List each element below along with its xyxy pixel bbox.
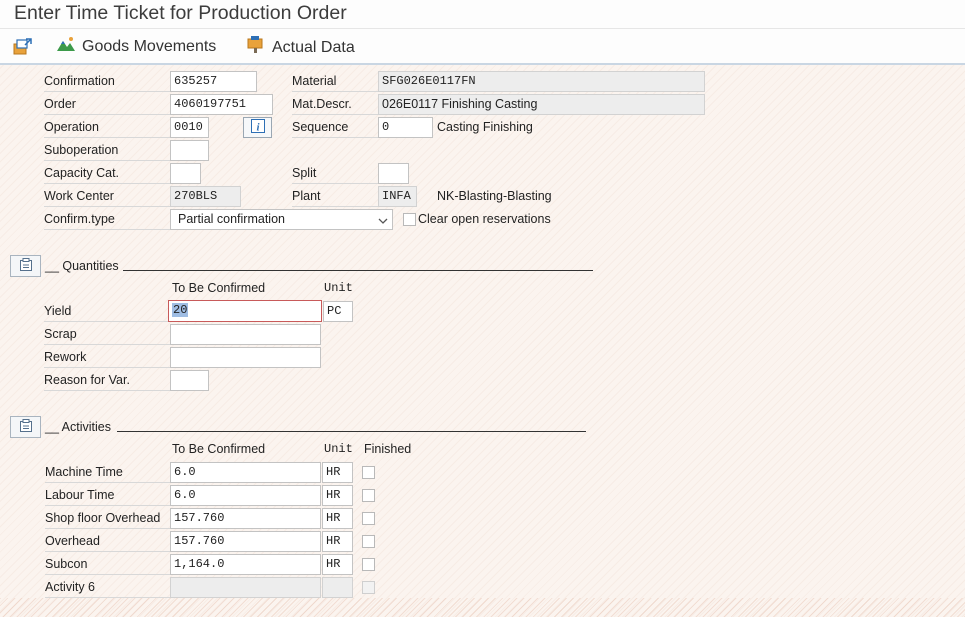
goods-movements-label: Goods Movements <box>82 37 217 55</box>
confirmation-label: Confirmation <box>44 71 170 92</box>
rework-field[interactable] <box>170 347 321 368</box>
suboperation-label: Suboperation <box>44 140 170 161</box>
activity-label-shop-floor-overhead: Shop floor Overhead <box>45 508 170 529</box>
work-center-field: 270BLS <box>170 186 241 207</box>
activity-finished-checkbox-subcon[interactable] <box>362 558 375 571</box>
activity-finished-checkbox-machine-time[interactable] <box>362 466 375 479</box>
yield-field[interactable]: 20 <box>168 300 322 322</box>
clear-reservations-label: Clear open reservations <box>418 212 551 226</box>
activity-value-overhead[interactable]: 157.760 <box>170 531 321 552</box>
activities-col-to-be-confirmed: To Be Confirmed <box>172 442 266 456</box>
activity-value-labour-time[interactable]: 6.0 <box>170 485 321 506</box>
activities-col-finished: Finished <box>364 442 412 456</box>
suboperation-field[interactable] <box>170 140 209 161</box>
bottom-scroll-area <box>0 598 965 617</box>
activities-col-unit: Unit <box>324 442 353 456</box>
operation-label: Operation <box>44 117 170 138</box>
activity-value-machine-time[interactable]: 6.0 <box>170 462 321 483</box>
quantities-section-rule <box>123 270 593 271</box>
info-icon: i <box>250 119 265 136</box>
rework-label: Rework <box>44 347 170 368</box>
activity-label-overhead: Overhead <box>45 531 170 552</box>
actual-data-icon <box>246 36 266 59</box>
yield-value: 20 <box>172 303 189 317</box>
reason-for-var-field[interactable] <box>170 370 209 391</box>
sequence-field[interactable]: 0 <box>378 117 433 138</box>
confirm-type-value: Partial confirmation <box>178 212 285 226</box>
activity-value-activity-6 <box>170 577 321 598</box>
activity-unit-machine-time[interactable]: HR <box>322 462 353 483</box>
chevron-down-icon <box>378 213 388 224</box>
actual-data-label: Actual Data <box>272 38 355 56</box>
split-field[interactable] <box>378 163 409 184</box>
goods-movements-button[interactable]: Goods Movements <box>56 36 216 57</box>
activities-section-rule <box>117 431 586 432</box>
yield-label: Yield <box>44 301 170 322</box>
reason-for-var-label: Reason for Var. <box>44 370 170 391</box>
activity-label-subcon: Subcon <box>45 554 170 575</box>
clear-reservations-checkbox[interactable] <box>403 213 416 226</box>
activity-unit-labour-time[interactable]: HR <box>322 485 353 506</box>
activities-section-title: __ Activities <box>45 420 112 434</box>
actual-data-button[interactable]: Actual Data <box>246 36 355 59</box>
plant-text: NK-Blasting-Blasting <box>437 189 552 203</box>
activity-finished-checkbox-shop-floor-overhead[interactable] <box>362 512 375 525</box>
activity-label-activity-6: Activity 6 <box>45 577 170 598</box>
quantities-section-title: __ Quantities <box>45 259 119 273</box>
confirm-type-label: Confirm.type <box>44 209 170 230</box>
material-field: SFG026E0117FN <box>378 71 705 92</box>
work-center-label: Work Center <box>44 186 170 207</box>
activity-finished-checkbox-overhead[interactable] <box>362 535 375 548</box>
activities-toggle-button[interactable] <box>10 416 41 438</box>
confirm-type-dropdown[interactable]: Partial confirmation <box>170 209 393 230</box>
activity-finished-checkbox-labour-time[interactable] <box>362 489 375 502</box>
quantities-col-to-be-confirmed: To Be Confirmed <box>172 281 266 295</box>
order-field[interactable]: 4060197751 <box>170 94 273 115</box>
activity-value-shop-floor-overhead[interactable]: 157.760 <box>170 508 321 529</box>
split-label: Split <box>292 163 378 184</box>
other-order-icon[interactable] <box>12 36 34 59</box>
collapse-section-icon <box>19 257 33 275</box>
activity-unit-shop-floor-overhead[interactable]: HR <box>322 508 353 529</box>
plant-label: Plant <box>292 186 378 207</box>
plant-field: INFA <box>378 186 417 207</box>
capacity-cat-field[interactable] <box>170 163 201 184</box>
yield-unit-field[interactable]: PC <box>323 301 353 322</box>
quantities-toggle-button[interactable] <box>10 255 41 277</box>
activity-unit-overhead[interactable]: HR <box>322 531 353 552</box>
activity-unit-subcon[interactable]: HR <box>322 554 353 575</box>
scrap-field[interactable] <box>170 324 321 345</box>
activity-label-labour-time: Labour Time <box>45 485 170 506</box>
activity-value-subcon[interactable]: 1,164.0 <box>170 554 321 575</box>
activity-unit-activity-6 <box>322 577 353 598</box>
quantities-col-unit: Unit <box>324 281 353 295</box>
mat-descr-field: 026E0117 Finishing Casting <box>378 94 705 115</box>
sequence-label: Sequence <box>292 117 378 138</box>
scrap-label: Scrap <box>44 324 170 345</box>
operation-info-button[interactable]: i <box>243 117 272 138</box>
capacity-cat-label: Capacity Cat. <box>44 163 170 184</box>
collapse-section-icon <box>19 418 33 436</box>
material-label: Material <box>292 71 378 92</box>
sequence-text: Casting Finishing <box>437 120 533 134</box>
mat-descr-label: Mat.Descr. <box>292 94 378 115</box>
confirmation-field[interactable]: 635257 <box>170 71 257 92</box>
window-title: Enter Time Ticket for Production Order <box>14 2 347 24</box>
operation-field[interactable]: 0010 <box>170 117 209 138</box>
activity-label-machine-time: Machine Time <box>45 462 170 483</box>
mountain-icon <box>56 36 76 57</box>
activity-finished-checkbox-activity-6 <box>362 581 375 594</box>
order-label: Order <box>44 94 170 115</box>
